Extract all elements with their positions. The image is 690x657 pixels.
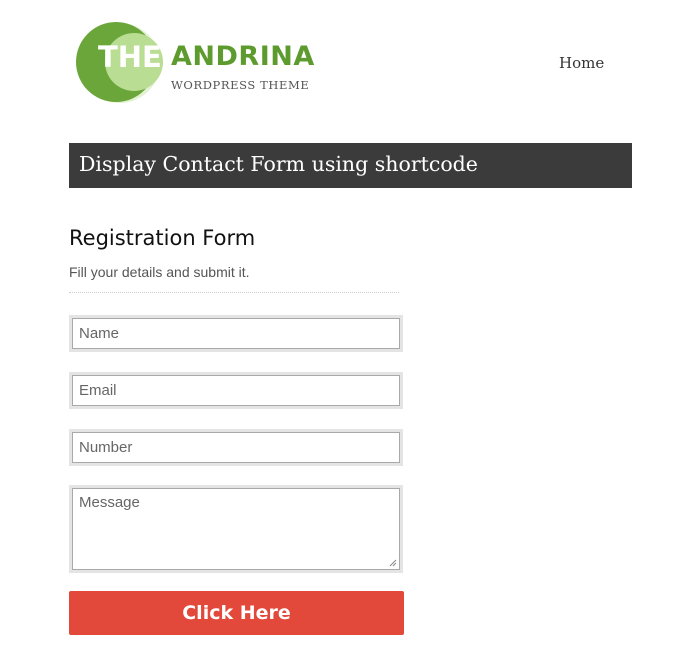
name-field[interactable] (72, 318, 400, 349)
name-field-wrapper (69, 315, 403, 352)
form-description: Fill your details and submit it. (69, 264, 250, 280)
logo-subtitle: WORDPRESS THEME (171, 78, 310, 92)
logo-text-name: ANDRINA (171, 41, 315, 72)
form-divider (69, 292, 399, 293)
site-logo[interactable]: THE ANDRINA WORDPRESS THEME (74, 20, 319, 104)
email-field-wrapper (69, 372, 403, 409)
submit-button[interactable]: Click Here (69, 591, 404, 635)
number-field[interactable] (72, 432, 400, 463)
email-field[interactable] (72, 375, 400, 406)
message-field[interactable] (72, 488, 400, 570)
number-field-wrapper (69, 429, 403, 466)
form-heading: Registration Form (69, 226, 256, 250)
page-title-bar: Display Contact Form using shortcode (69, 143, 632, 188)
message-field-wrapper (69, 485, 403, 573)
page-title: Display Contact Form using shortcode (79, 152, 478, 176)
logo-text-the: THE (98, 40, 162, 74)
nav-home-link[interactable]: Home (559, 54, 604, 72)
